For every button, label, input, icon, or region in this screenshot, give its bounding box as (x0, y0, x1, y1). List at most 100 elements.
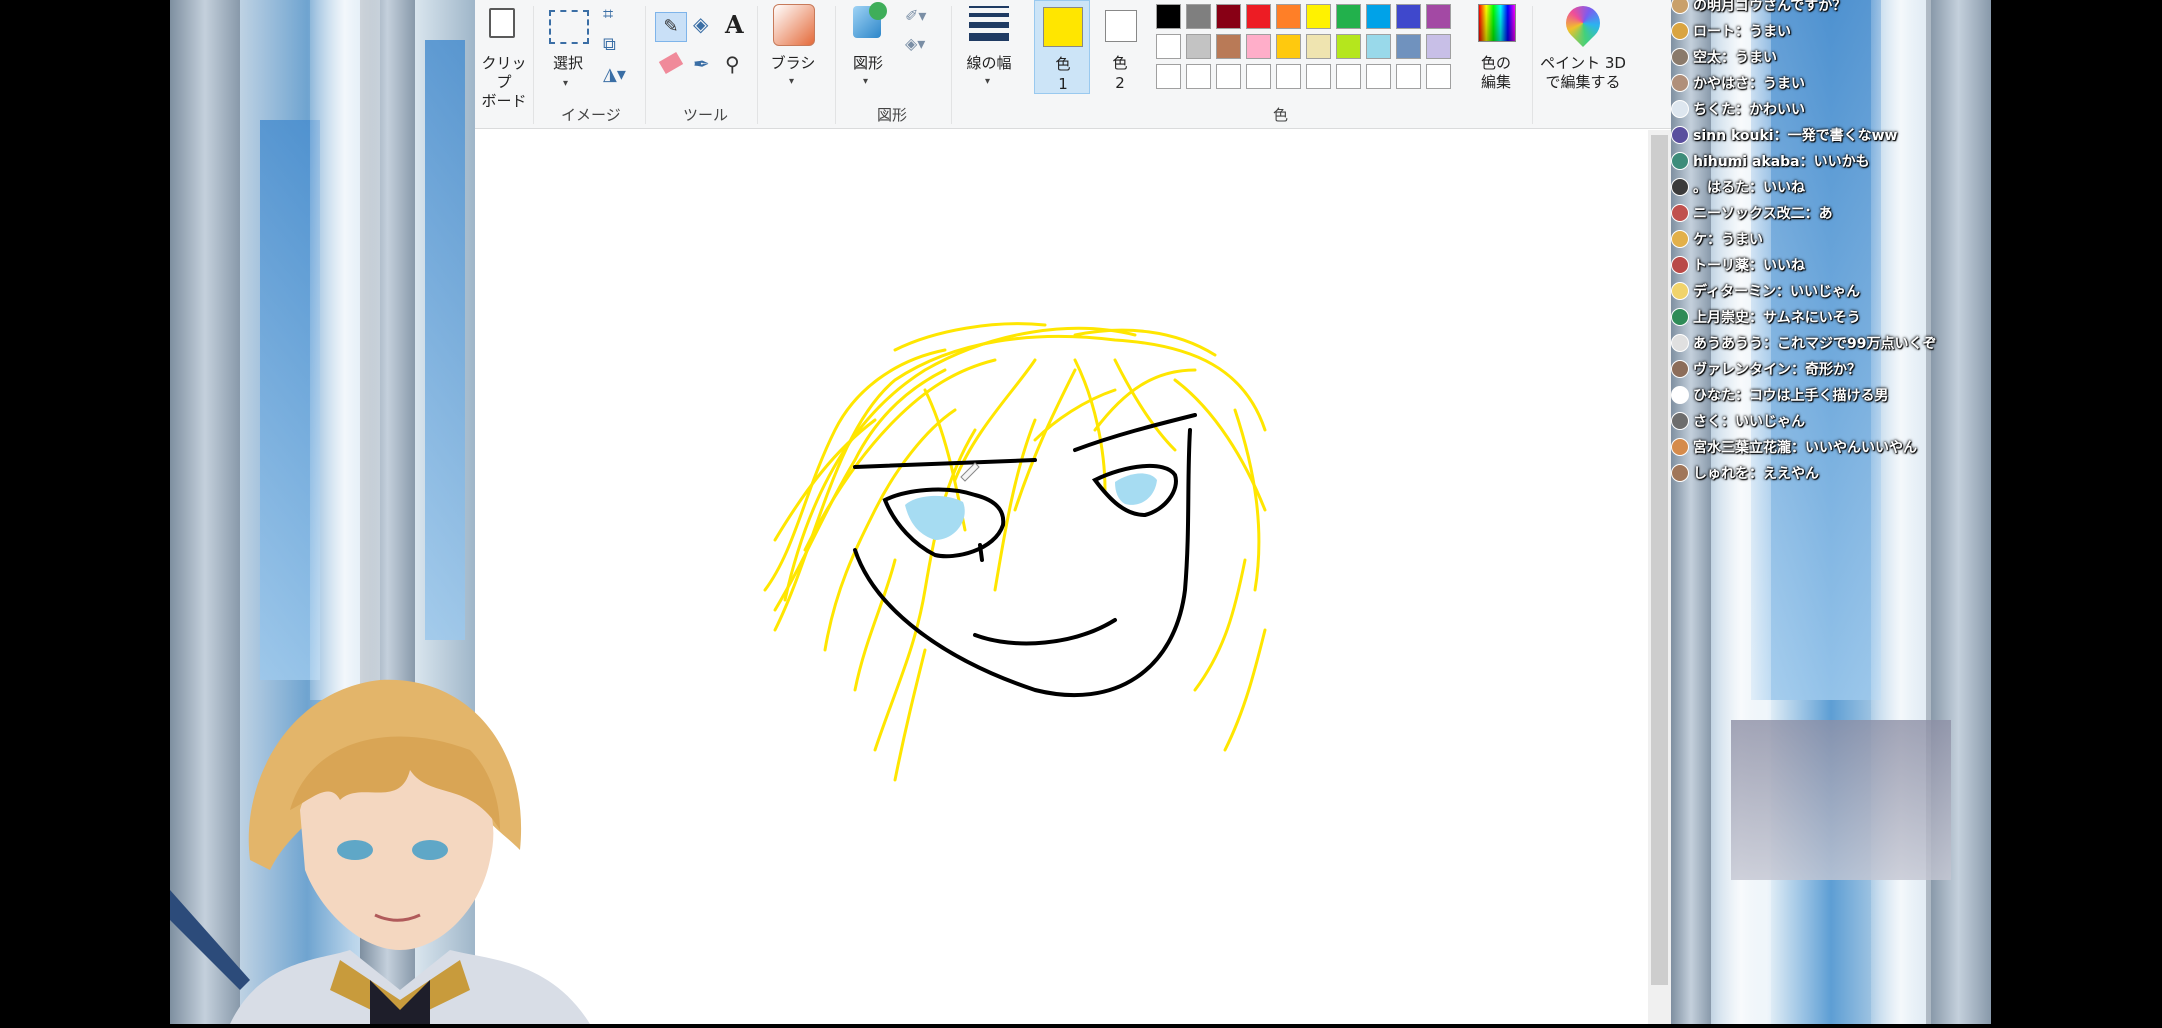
chat-message: ロート：うまい (1671, 19, 1791, 43)
palette-swatch[interactable] (1216, 34, 1241, 59)
paint3d-icon (1558, 0, 1608, 48)
sword-blade (170, 890, 250, 990)
paint3d-button[interactable]: ペイント 3D で編集する (1538, 0, 1628, 104)
paint3d-label: ペイント 3D で編集する (1540, 54, 1626, 91)
chat-text: 空太：うまい (1693, 50, 1777, 66)
chat-avatar (1671, 308, 1689, 326)
palette-swatch[interactable] (1366, 64, 1391, 89)
chat-avatar (1671, 282, 1689, 300)
palette-swatch[interactable] (1426, 4, 1451, 29)
palette-swatch[interactable] (1396, 34, 1421, 59)
palette-swatch[interactable] (1426, 34, 1451, 59)
palette-swatch[interactable] (1366, 34, 1391, 59)
hair-strokes (763, 322, 1267, 782)
chat-message: の明月ゴウさんですか？ (1671, 0, 1846, 17)
palette-swatch[interactable] (1156, 64, 1181, 89)
palette-swatch[interactable] (1216, 64, 1241, 89)
chat-text: 宮水三葉立花瀧：いいやんいいやん (1693, 440, 1917, 456)
tools-group-label: ツール (683, 106, 729, 124)
chat-message: ひなた：コウは上手く描ける男 (1671, 383, 1888, 407)
palette-swatch[interactable] (1276, 4, 1301, 29)
color1-button[interactable]: 色 1 (1034, 0, 1090, 94)
shapes-group-label: 図形 (877, 106, 908, 124)
pencil-icon: ✎ (663, 16, 679, 37)
colors-group-label: 色 (1273, 106, 1289, 124)
edit-colors-button[interactable]: 色の 編集 (1468, 0, 1524, 104)
fill-icon[interactable]: ◈▾ (905, 34, 925, 53)
right-eye (412, 840, 448, 860)
palette-swatch[interactable] (1186, 64, 1211, 89)
outline-icon[interactable]: ✐▾ (905, 6, 926, 25)
palette-swatch[interactable] (1336, 34, 1361, 59)
vtuber-avatar (170, 660, 690, 1024)
chat-text: しゅれを：ええやん (1693, 466, 1819, 482)
chat-avatar (1671, 178, 1689, 196)
size-button[interactable]: 線の幅 ▾ (961, 0, 1017, 104)
text-tool-icon[interactable]: A (725, 10, 744, 39)
palette-swatch[interactable] (1306, 34, 1331, 59)
chat-text: ニーソックス改二：あ (1693, 206, 1833, 222)
size-label: 線の幅 (966, 54, 1012, 72)
shapes-label: 図形 (852, 54, 883, 72)
color2-number: 2 (1115, 74, 1125, 92)
palette-swatch[interactable] (1246, 64, 1271, 89)
scrollbar-thumb[interactable] (1651, 135, 1668, 985)
shapes-button[interactable]: 図形 ▾ (843, 0, 893, 104)
line-width-icon (969, 6, 1009, 41)
palette-swatch[interactable] (1246, 34, 1271, 59)
palette-swatch[interactable] (1396, 4, 1421, 29)
crop-icon[interactable]: ⌗ (603, 4, 613, 25)
chat-text: ヴァレンタイン：奇形か？ (1693, 362, 1861, 378)
chat-avatar (1671, 230, 1689, 248)
clipboard-button[interactable]: クリップ ボード (477, 0, 527, 110)
palette-swatch[interactable] (1276, 64, 1301, 89)
chat-text: hihumi akaba：いいかも (1693, 154, 1870, 170)
pencil-tool[interactable]: ✎ (655, 12, 687, 42)
palette-swatch[interactable] (1216, 4, 1241, 29)
chat-text: ロート：うまい (1693, 24, 1791, 40)
palette-swatch[interactable] (1306, 64, 1331, 89)
palette-swatch[interactable] (1336, 4, 1361, 29)
palette-swatch[interactable] (1396, 64, 1421, 89)
chat-avatar (1671, 256, 1689, 274)
chevron-down-icon: ▾ (985, 76, 991, 87)
chat-avatar (1671, 48, 1689, 66)
chat-message: あうあうう：これマジで99万点いくぞ (1671, 331, 1936, 355)
palette-swatch[interactable] (1156, 4, 1181, 29)
brush-label: ブラシ (770, 54, 816, 72)
chat-text: さく：いいじゃん (1693, 414, 1805, 430)
color1-label: 色 (1055, 55, 1071, 73)
chat-text: ケ：うまい (1693, 232, 1763, 248)
select-rectangle-icon (549, 10, 589, 44)
chat-message: しゅれを：ええやん (1671, 461, 1819, 485)
palette-swatch[interactable] (1246, 4, 1271, 29)
resize-icon[interactable]: ⧉ (603, 34, 616, 55)
select-button[interactable]: 選択 ▾ (543, 0, 593, 104)
color-palette (1156, 0, 1466, 100)
palette-swatch[interactable] (1366, 4, 1391, 29)
live-chat: の明月ゴウさんですか？ ロート：うまい 空太：うまい かやはさ：うまい ちくた：かわいい… (1671, 0, 1991, 482)
color-picker-icon[interactable]: ✒ (693, 52, 710, 76)
chat-avatar (1671, 464, 1689, 482)
palette-swatch[interactable] (1336, 64, 1361, 89)
chat-text: 上月崇史：サムネにいそう (1693, 310, 1861, 326)
chat-message: トーリ薬：いいね (1671, 253, 1805, 277)
palette-swatch[interactable] (1186, 4, 1211, 29)
magnifier-icon[interactable]: ⚲ (725, 52, 740, 76)
clipboard-icon (489, 8, 515, 38)
vertical-scrollbar[interactable] (1648, 130, 1671, 1024)
eraser-icon[interactable] (658, 51, 684, 75)
color2-label: 色 (1112, 54, 1128, 72)
shapes-sphere (869, 2, 887, 20)
clipboard-label: クリップ ボード (481, 54, 527, 110)
palette-swatch[interactable] (1276, 34, 1301, 59)
palette-swatch[interactable] (1156, 34, 1181, 59)
rotate-icon[interactable]: ◮▾ (603, 64, 626, 85)
palette-swatch[interactable] (1306, 4, 1331, 29)
palette-swatch[interactable] (1186, 34, 1211, 59)
palette-swatch[interactable] (1426, 64, 1451, 89)
rainbow-icon (1478, 4, 1516, 42)
fill-bucket-icon[interactable]: ◈ (693, 12, 708, 36)
color2-button[interactable]: 色 2 (1095, 0, 1145, 94)
brush-button[interactable]: ブラシ ▾ (765, 0, 821, 104)
